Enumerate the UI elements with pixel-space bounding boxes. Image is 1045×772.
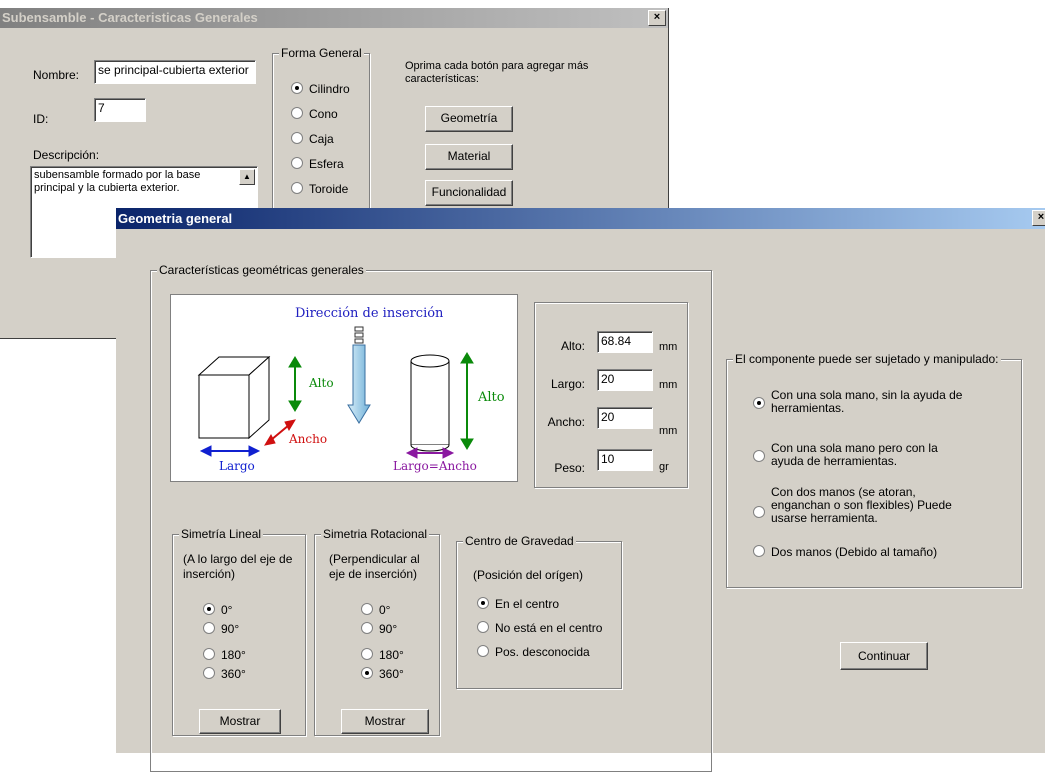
ancho-input[interactable]: 20 [597, 407, 653, 429]
alto-arrow-icon [460, 352, 474, 450]
mostrar-lineal-button[interactable]: Mostrar [199, 709, 281, 734]
radio-lineal-0[interactable]: 0° [203, 603, 232, 617]
alto-label: Alto [477, 390, 505, 405]
radio-caja[interactable]: Caja [291, 132, 334, 146]
simetria-lineal-desc: (A lo largo del eje de inserción) [183, 552, 293, 581]
radio-no-esta-en-el-centro[interactable]: No está en el centro [477, 621, 602, 635]
close-icon[interactable]: × [1032, 210, 1045, 226]
ancho-dim-label: Ancho: [547, 415, 585, 429]
forma-general-group: Forma General Cilindro Cono Caja Esfera … [272, 46, 370, 220]
simetria-lineal-legend: Simetría Lineal [179, 527, 264, 541]
centro-gravedad-group: Centro de Gravedad (Posición del orígen)… [456, 534, 622, 689]
alto-unit: mm [659, 341, 678, 353]
dimensions-group: Alto: 68.84 mm Largo: 20 mm Ancho: 20 mm… [534, 302, 688, 488]
radio-en-el-centro[interactable]: En el centro [477, 597, 559, 611]
manipulacion-legend: El componente puede ser sujetado y manip… [733, 352, 1001, 366]
geometria-titlebar: Geometria general × [116, 208, 1045, 229]
funcionalidad-button[interactable]: Funcionalidad [425, 180, 513, 206]
largo-dim-label: Largo: [550, 377, 585, 391]
direccion-insercion-label: Dirección de inserción [295, 306, 444, 321]
peso-unit: gr [659, 461, 669, 473]
caracteristicas-legend: Características geométricas generales [157, 263, 366, 277]
scroll-up-icon[interactable]: ▲ [239, 169, 255, 185]
cube-icon [197, 355, 271, 440]
insertion-arrow-icon [347, 326, 371, 424]
simetria-rotacional-desc: (Perpendicular al eje de inserción) [329, 552, 420, 581]
alto-dim-label: Alto: [560, 339, 585, 353]
alto-input[interactable]: 68.84 [597, 331, 653, 353]
radio-toroide[interactable]: Toroide [291, 182, 348, 196]
peso-dim-label: Peso: [554, 461, 585, 475]
ancho-unit: mm [659, 425, 678, 437]
radio-lineal-180[interactable]: 180° [203, 648, 246, 662]
nombre-input[interactable]: se principal-cubierta exterior [94, 60, 256, 84]
alto-label: Alto [308, 376, 334, 390]
radio-dos-manos-tamano[interactable]: Dos manos (Debido al tamaño) [753, 545, 937, 559]
largo-arrow-icon [199, 445, 261, 457]
peso-input[interactable]: 10 [597, 449, 653, 471]
geometria-button[interactable]: Geometría [425, 106, 513, 132]
centro-gravedad-legend: Centro de Gravedad [463, 534, 576, 548]
nombre-label: Nombre: [33, 68, 80, 82]
alto-arrow-icon [288, 356, 302, 412]
close-icon[interactable]: × [648, 10, 666, 26]
simetria-rotacional-group: Simetria Rotacional (Perpendicular al ej… [314, 527, 440, 736]
mostrar-rotacional-button[interactable]: Mostrar [341, 709, 429, 734]
descripcion-text: subensamble formado por la base principa… [34, 169, 201, 194]
window-title: Geometria general [118, 211, 233, 226]
botones-hint: Oprima cada botón para agregar más carac… [405, 60, 589, 85]
radio-rotacional-90[interactable]: 90° [361, 622, 397, 636]
radio-esfera[interactable]: Esfera [291, 157, 344, 171]
ancho-label: Ancho [288, 432, 327, 446]
diagram-svg: Dirección de inserción Alto Ancho Largo … [197, 306, 505, 473]
largo-input[interactable]: 20 [597, 369, 653, 391]
manipulacion-group: El componente puede ser sujetado y manip… [726, 352, 1022, 588]
centro-gravedad-desc: (Posición del orígen) [473, 568, 584, 582]
radio-lineal-90[interactable]: 90° [203, 622, 239, 636]
subensamble-titlebar: Subensamble - Caracteristicas Generales … [0, 8, 668, 28]
largo-ancho-label: Largo=Ancho [393, 459, 477, 473]
window-title: Subensamble - Caracteristicas Generales [2, 10, 258, 25]
forma-general-legend: Forma General [279, 46, 364, 60]
geometry-diagram: Dirección de inserción Alto Ancho Largo … [170, 294, 518, 482]
simetria-rotacional-legend: Simetria Rotacional [321, 527, 430, 541]
id-input[interactable]: 7 [94, 98, 146, 122]
simetria-lineal-group: Simetría Lineal (A lo largo del eje de i… [172, 527, 306, 736]
geometria-general-window: Geometria general × Características geom… [116, 208, 1045, 772]
descripcion-label: Descripción: [33, 148, 100, 162]
radio-cono[interactable]: Cono [291, 107, 338, 121]
radio-cilindro[interactable]: Cilindro [291, 82, 350, 96]
radio-lineal-360[interactable]: 360° [203, 667, 246, 681]
radio-pos-desconocida[interactable]: Pos. desconocida [477, 645, 590, 659]
radio-rotacional-180[interactable]: 180° [361, 648, 404, 662]
continuar-button[interactable]: Continuar [840, 642, 928, 670]
radio-rotacional-0[interactable]: 0° [361, 603, 390, 617]
radio-rotacional-360[interactable]: 360° [361, 667, 404, 681]
cylinder-icon [410, 354, 450, 452]
id-label: ID: [33, 112, 49, 126]
material-button[interactable]: Material [425, 144, 513, 170]
largo-unit: mm [659, 379, 678, 391]
largo-label: Largo [219, 459, 255, 473]
